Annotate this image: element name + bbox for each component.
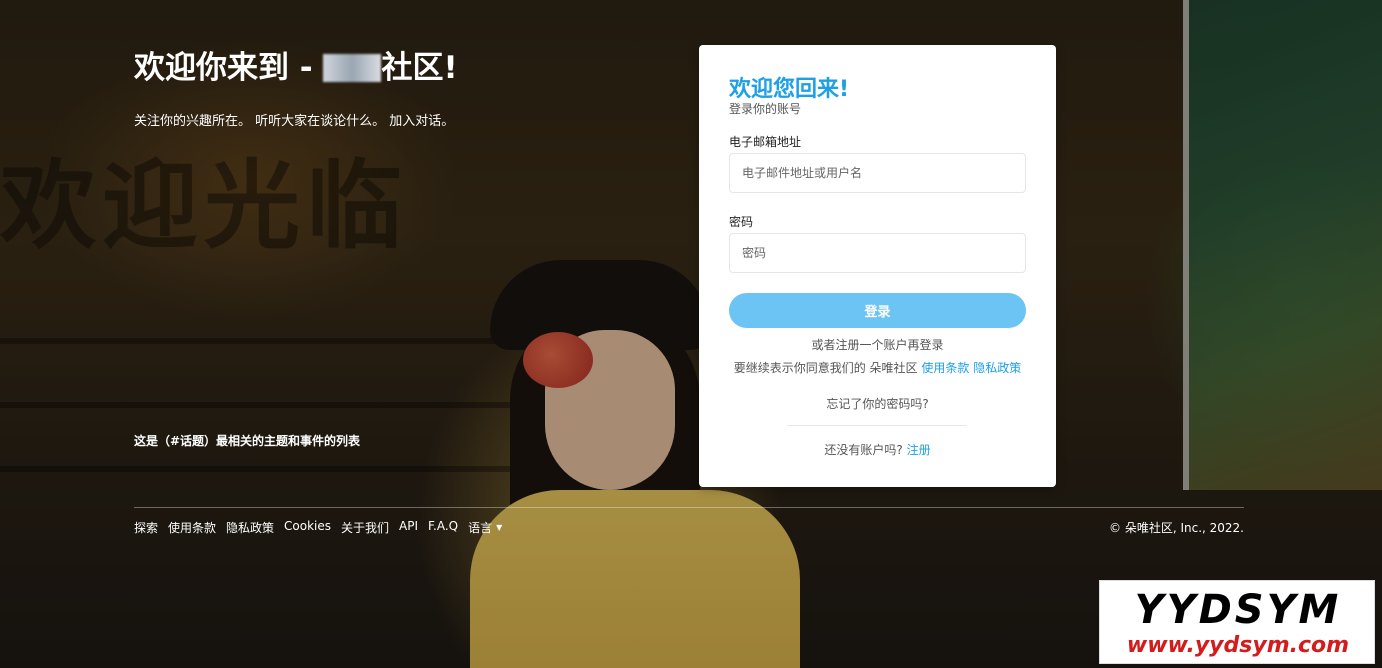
password-label: 密码 — [729, 215, 754, 229]
background-shelves — [0, 280, 700, 520]
footer-link-explore[interactable]: 探索 — [134, 519, 158, 536]
login-button[interactable]: 登录 — [729, 293, 1026, 328]
no-account-text: 还没有账户吗? — [824, 443, 903, 457]
card-divider — [787, 425, 967, 426]
language-dropdown[interactable]: 语言 ▼ — [468, 519, 502, 536]
hero-subtitle: 关注你的兴趣所在。 听听大家在谈论什么。 加入对话。 — [134, 114, 455, 129]
hero-title-prefix: 欢迎你来到 - — [134, 50, 324, 86]
terms-line: 要继续表示你同意我们的 朵唯社区 使用条款 隐私政策 — [699, 359, 1056, 376]
background-board — [1183, 0, 1382, 490]
password-field[interactable] — [729, 233, 1026, 273]
footer-link-api[interactable]: API — [399, 519, 418, 536]
language-label: 语言 — [468, 521, 493, 535]
apple-image — [523, 332, 593, 388]
register-hint: 或者注册一个账户再登录 — [811, 338, 944, 352]
footer-link-terms[interactable]: 使用条款 — [168, 519, 216, 536]
watermark-logo: YYDSYM www.yydsym.com — [1099, 580, 1375, 664]
terms-link[interactable]: 使用条款 — [921, 361, 969, 375]
footer-link-about[interactable]: 关于我们 — [341, 519, 389, 536]
login-card: 欢迎您回来! 登录你的账号 电子邮箱地址 密码 登录 或者注册一个账户再登录 要… — [699, 45, 1056, 487]
signup-link[interactable]: 注册 — [907, 443, 931, 457]
email-label: 电子邮箱地址 — [729, 135, 802, 149]
hero-topics: 这是（#话题）最相关的主题和事件的列表 — [134, 434, 361, 448]
background-sign: 欢迎光临 — [0, 149, 408, 262]
terms-prefix: 要继续表示你同意我们的 朵唯社区 — [733, 361, 918, 375]
blurred-site-name — [323, 54, 382, 82]
watermark-url: www.yydsym.com — [1126, 633, 1350, 658]
footer-link-faq[interactable]: F.A.Q — [428, 519, 458, 536]
footer-link-privacy[interactable]: 隐私政策 — [226, 519, 274, 536]
privacy-link[interactable]: 隐私政策 — [973, 361, 1021, 375]
hero-title: 欢迎你来到 - 社区! — [134, 42, 458, 87]
footer-link-cookies[interactable]: Cookies — [284, 519, 331, 536]
login-title: 欢迎您回来! — [729, 77, 850, 102]
hero-title-suffix: 社区! — [381, 50, 458, 86]
forgot-password-link[interactable]: 忘记了你的密码吗? — [699, 395, 1056, 412]
footer-divider — [134, 507, 1244, 508]
background-photo: 欢迎光临 — [0, 0, 1382, 668]
signup-line: 还没有账户吗? 注册 — [699, 441, 1056, 458]
copyright: © 朵唯社区, Inc., 2022. — [1109, 521, 1244, 535]
watermark-brand: YYDSYM — [1134, 587, 1342, 633]
caret-down-icon: ▼ — [496, 523, 503, 532]
footer-links: 探索 使用条款 隐私政策 Cookies 关于我们 API F.A.Q 语言 ▼ — [134, 519, 502, 536]
email-field[interactable] — [729, 153, 1026, 193]
login-subtitle: 登录你的账号 — [729, 102, 802, 116]
